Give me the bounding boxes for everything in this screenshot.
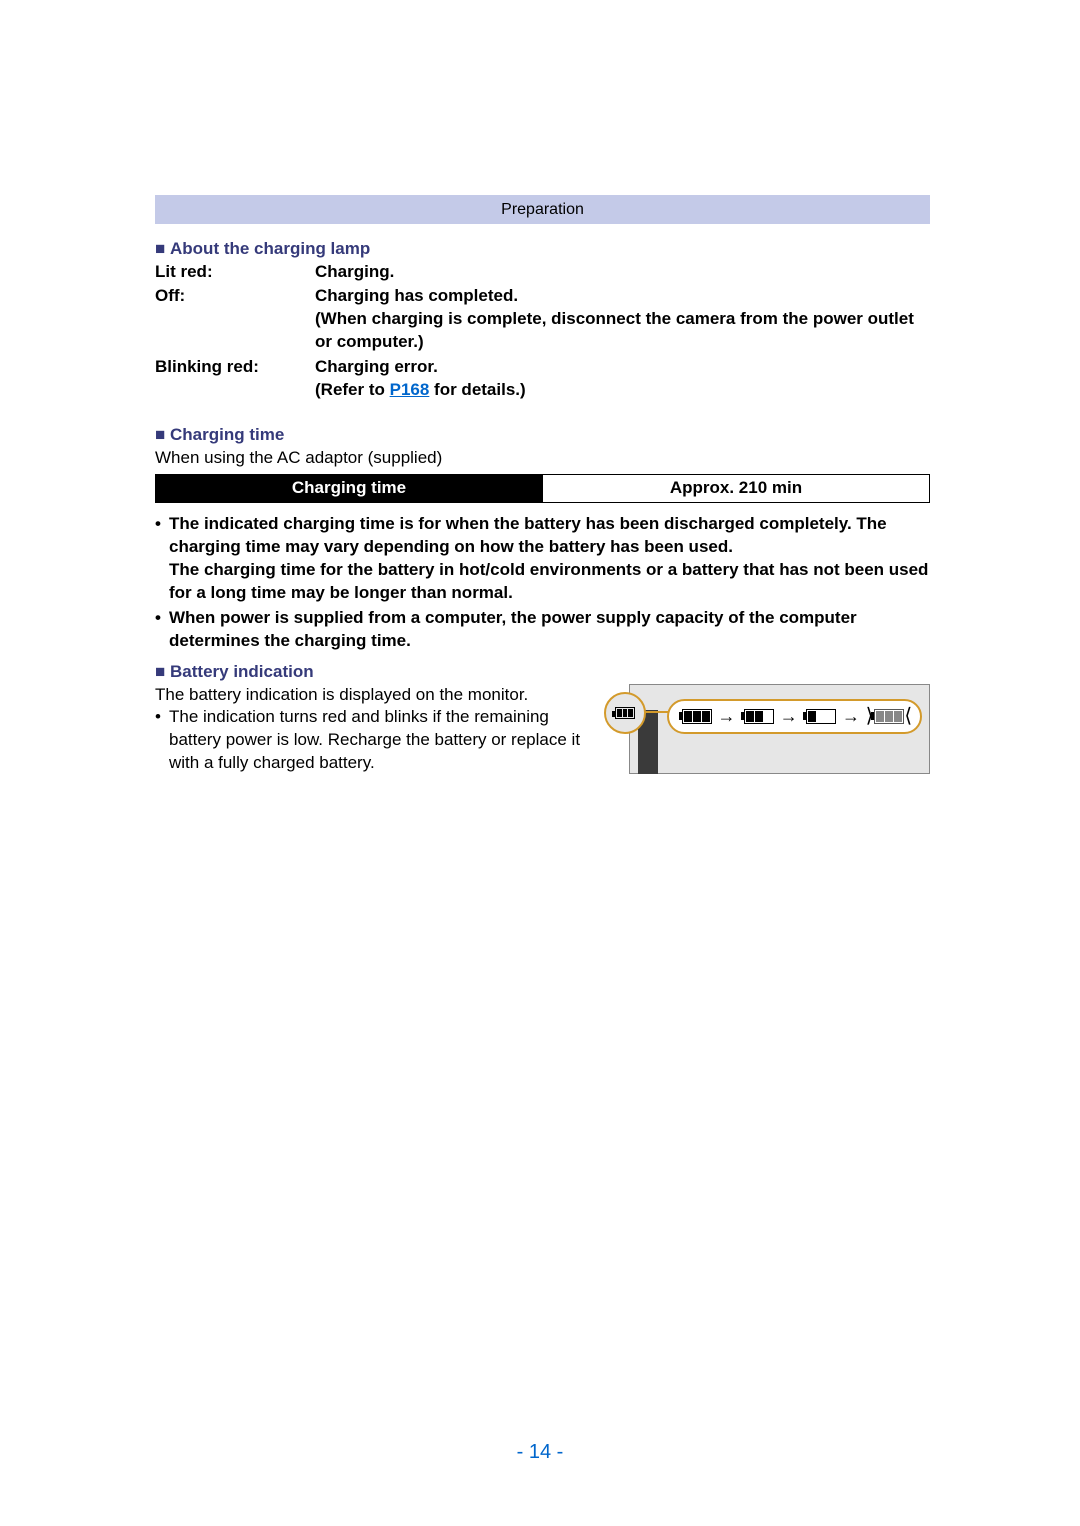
page-number: - 14 - — [0, 1439, 1080, 1466]
callout-origin-icon — [604, 692, 646, 734]
bullet-icon: • — [155, 706, 169, 775]
battery-two-thirds-icon — [741, 709, 774, 724]
def-label: Off: — [155, 285, 315, 356]
square-marker-icon: ■ — [155, 425, 165, 444]
definition-row: Blinking red: Charging error. (Refer to … — [155, 356, 930, 404]
definition-row: Lit red: Charging. — [155, 261, 930, 286]
bullet-text: The indication turns red and blinks if t… — [169, 706, 590, 775]
section-charging-time: ■ Charging time — [155, 424, 930, 447]
battery-indication-line: The battery indication is displayed on t… — [155, 684, 590, 707]
page: Preparation ■ About the charging lamp Li… — [0, 0, 1080, 1526]
section-battery-indication: ■ Battery indication — [155, 661, 930, 684]
arrow-icon: → — [780, 704, 798, 728]
battery-blinking-icon: ⟩ ⟨ — [866, 703, 911, 730]
def-desc-text: for details.) — [429, 380, 525, 399]
section-title: About the charging lamp — [170, 239, 370, 258]
battery-levels-callout: → → → ⟩ ⟨ — [667, 699, 922, 734]
note-item: • The indicated charging time is for whe… — [155, 513, 930, 605]
def-desc: Charging error. (Refer to P168 for detai… — [315, 356, 930, 404]
charging-time-intro: When using the AC adaptor (supplied) — [155, 447, 930, 470]
page-link-p168[interactable]: P168 — [390, 380, 430, 399]
battery-indication-figure: → → → ⟩ ⟨ — [602, 684, 930, 774]
def-label: Blinking red: — [155, 356, 315, 404]
battery-small-icon — [615, 707, 635, 719]
square-marker-icon: ■ — [155, 662, 165, 681]
bullet-icon: • — [155, 607, 169, 653]
charging-lamp-definitions: Lit red: Charging. Off: Charging has com… — [155, 261, 930, 405]
arrow-icon: → — [842, 704, 860, 728]
note-text: The indicated charging time is for when … — [169, 513, 930, 605]
note-item: • When power is supplied from a computer… — [155, 607, 930, 653]
charging-notes: • The indicated charging time is for whe… — [155, 513, 930, 653]
def-desc: Charging has completed. (When charging i… — [315, 285, 930, 356]
def-label: Lit red: — [155, 261, 315, 286]
def-desc: Charging. — [315, 261, 930, 286]
battery-full-icon — [679, 709, 712, 724]
note-text: When power is supplied from a computer, … — [169, 607, 930, 653]
charging-time-table: Charging time Approx. 210 min — [155, 474, 930, 503]
battery-indication-content: The battery indication is displayed on t… — [155, 684, 930, 776]
section-title: Battery indication — [170, 662, 314, 681]
table-value: Approx. 210 min — [543, 475, 930, 503]
bullet-icon: • — [155, 513, 169, 605]
square-marker-icon: ■ — [155, 239, 165, 258]
section-about-charging-lamp: ■ About the charging lamp — [155, 238, 930, 261]
table-header: Charging time — [156, 475, 543, 503]
battery-indication-bullet: • The indication turns red and blinks if… — [155, 706, 590, 775]
arrow-icon: → — [717, 704, 735, 728]
battery-one-third-icon — [803, 709, 836, 724]
definition-row: Off: Charging has completed. (When charg… — [155, 285, 930, 356]
section-header: Preparation — [155, 195, 930, 224]
section-title: Charging time — [170, 425, 284, 444]
